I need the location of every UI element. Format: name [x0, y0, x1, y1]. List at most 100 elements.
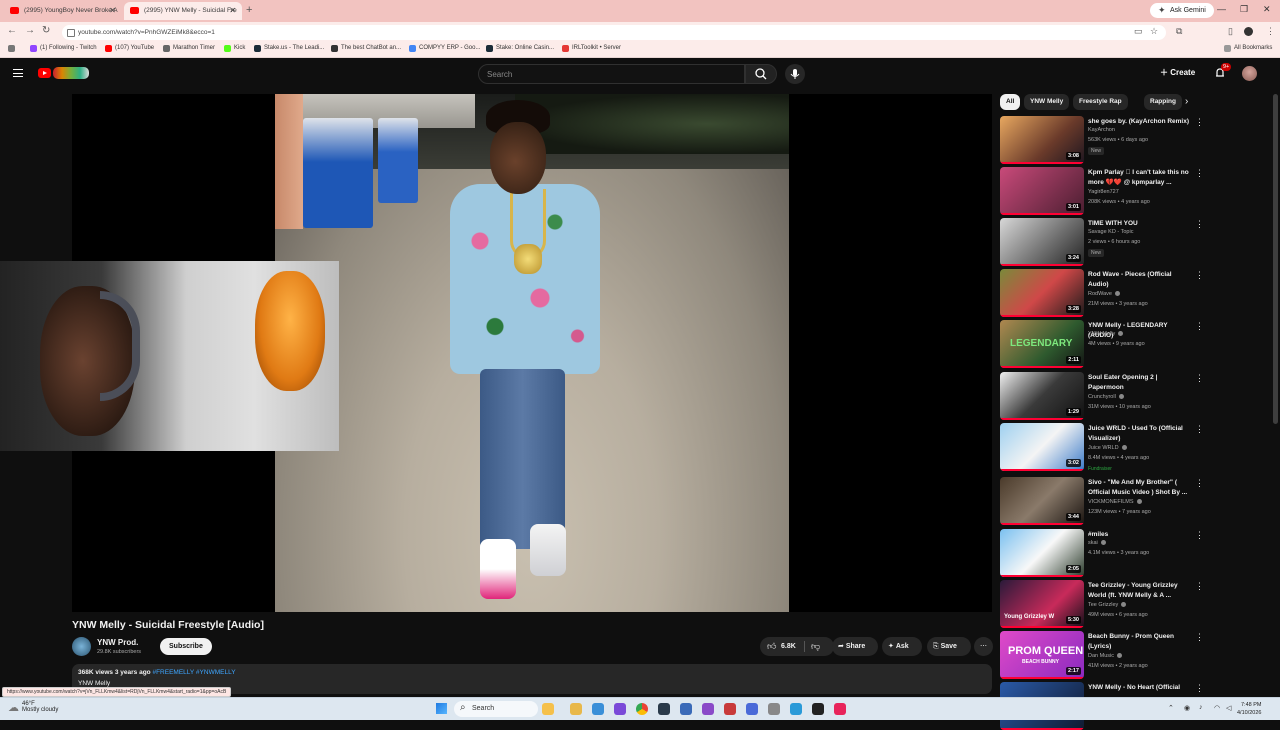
bookmark-item[interactable]: (107) YouTube: [105, 45, 154, 52]
app-icon[interactable]: [702, 703, 714, 715]
recommendation-item[interactable]: 2:11 LEGENDARY YNW Melly - LEGENDARY (AU…: [1000, 320, 1205, 368]
recommendation-item[interactable]: 3:44 Sivo - "Me And My Brother" ( Offici…: [1000, 477, 1205, 525]
tray-chevron-icon[interactable]: ⌃: [1168, 704, 1174, 712]
recommendation-item[interactable]: 3:24 TIME WITH YOU Savage KD - Topic 2 vie…: [1000, 218, 1205, 266]
recommendation-title[interactable]: Soul Eater Opening 2 | Papermoon: [1088, 373, 1190, 392]
youtube-logo-icon[interactable]: [38, 68, 51, 78]
create-button[interactable]: ＋ Create: [1160, 67, 1195, 78]
install-app-icon[interactable]: ▭: [1134, 26, 1143, 37]
video-thumbnail[interactable]: 3:24: [1000, 218, 1084, 266]
app-icon[interactable]: [768, 703, 780, 715]
recommendation-item[interactable]: 3:08 she goes by. (KayArchon Remix) KayAr…: [1000, 116, 1205, 164]
recommendation-channel[interactable]: KayArchon: [1088, 127, 1115, 133]
app-icon[interactable]: [680, 703, 692, 715]
more-options-icon[interactable]: ⋮: [1195, 478, 1204, 489]
video-thumbnail[interactable]: 3:02: [1000, 423, 1084, 471]
reload-icon[interactable]: ↻: [42, 25, 50, 36]
more-options-icon[interactable]: ⋮: [1195, 530, 1204, 541]
profile-icon[interactable]: [1244, 27, 1253, 36]
video-thumbnail[interactable]: 3:28: [1000, 269, 1084, 317]
menu-hamburger-icon[interactable]: [13, 69, 23, 77]
recommendation-channel[interactable]: Dan Music: [1088, 653, 1122, 659]
chip-ynw-melly[interactable]: YNW Melly: [1024, 94, 1070, 110]
video-thumbnail[interactable]: 2:17 PROM QUEEN BEACH BUNNY: [1000, 631, 1084, 679]
forward-arrow-icon[interactable]: →: [25, 25, 35, 36]
bookmark-item[interactable]: Stake.us - The Leadi...: [254, 45, 324, 52]
recommendation-title[interactable]: Kpm Parlay 🏻 I can't take this no more 💔…: [1088, 168, 1190, 187]
account-avatar[interactable]: [1242, 66, 1257, 81]
video-thumbnail[interactable]: 2:05: [1000, 529, 1084, 577]
more-options-icon[interactable]: ⋮: [1195, 321, 1204, 332]
file-explorer-icon[interactable]: [570, 703, 582, 715]
video-thumbnail[interactable]: 3:44: [1000, 477, 1084, 525]
back-arrow-icon[interactable]: ←: [7, 25, 17, 36]
more-options-icon[interactable]: ⋮: [1195, 683, 1204, 694]
new-tab-button[interactable]: +: [246, 4, 252, 16]
recommendation-channel[interactable]: Juice WRLD: [1088, 445, 1127, 451]
more-options-icon[interactable]: ⋮: [1195, 373, 1204, 384]
close-tab-icon[interactable]: ✕: [109, 6, 116, 15]
recommendation-item[interactable]: 1:29 Soul Eater Opening 2 | Papermoon Cru…: [1000, 372, 1205, 420]
recommendation-title[interactable]: #miles: [1088, 530, 1190, 540]
browser-tab[interactable]: (2995) YoungBoy Never Broke A ✕: [4, 2, 122, 20]
ask-button[interactable]: ✦ Ask: [882, 637, 922, 656]
more-options-icon[interactable]: ⋮: [1195, 632, 1204, 643]
more-options-icon[interactable]: ⋮: [1195, 581, 1204, 592]
volume-icon[interactable]: ◁: [1226, 704, 1231, 712]
chip-all[interactable]: All: [1000, 94, 1021, 110]
recommendation-title[interactable]: YNW Melly - No Heart (Official: [1088, 683, 1190, 693]
more-actions-button[interactable]: ⋯: [974, 637, 993, 656]
more-options-icon[interactable]: ⋮: [1195, 424, 1204, 435]
recommendation-item[interactable]: 3:01 Kpm Parlay 🏻 I can't take this no m…: [1000, 167, 1205, 215]
bookmark-item[interactable]: Stake: Online Casin...: [486, 45, 554, 52]
system-clock[interactable]: 7:48 PM 4/10/2026: [1237, 701, 1261, 717]
bookmark-item[interactable]: IRLToolkit • Server: [562, 45, 621, 52]
bookmark-item[interactable]: The best ChatBot an...: [331, 45, 401, 52]
hashtags[interactable]: #FREEMELLY #YNWMELLY: [152, 669, 235, 676]
ask-gemini-button[interactable]: Ask Gemini: [1150, 3, 1214, 18]
like-count[interactable]: 6.8K: [781, 637, 796, 656]
bookmark-item[interactable]: Kick: [224, 45, 245, 52]
edge-icon[interactable]: [592, 703, 604, 715]
tray-app-icon[interactable]: ◉: [1184, 704, 1190, 712]
share-button[interactable]: ➦ Share: [832, 637, 878, 656]
save-button[interactable]: ⎘ Save: [927, 637, 971, 656]
more-options-icon[interactable]: ⋮: [1195, 168, 1204, 179]
teams-icon[interactable]: [614, 703, 626, 715]
address-bar[interactable]: youtube.com/watch?v=PnhGWZEiMk8&ecco=1: [62, 25, 1166, 40]
video-thumbnail[interactable]: 1:29: [1000, 372, 1084, 420]
tiktok-icon[interactable]: [834, 703, 846, 715]
mic-tray-icon[interactable]: ♪: [1199, 704, 1203, 711]
bookmark-item[interactable]: Marathon Timer: [163, 45, 215, 52]
recommendation-channel[interactable]: Yagir8en727: [1088, 189, 1119, 195]
recommendation-item[interactable]: 3:28 Rod Wave - Pieces (Official Audio) R…: [1000, 269, 1205, 317]
video-thumbnail[interactable]: 3:08: [1000, 116, 1084, 164]
more-options-icon[interactable]: ⋮: [1195, 270, 1204, 281]
bookmark-item[interactable]: COMPYY ERP - Goo...: [409, 45, 480, 52]
close-window-icon[interactable]: ✕: [1263, 4, 1271, 15]
recommendation-title[interactable]: she goes by. (KayArchon Remix): [1088, 117, 1190, 127]
all-bookmarks-folder[interactable]: All Bookmarks: [1224, 45, 1272, 52]
recommendation-title[interactable]: TIME WITH YOU: [1088, 219, 1190, 229]
channel-avatar[interactable]: [72, 637, 91, 656]
recommendation-title[interactable]: Sivo - "Me And My Brother" ( Official Mu…: [1088, 478, 1190, 497]
recommendation-item[interactable]: 2:17 PROM QUEEN BEACH BUNNY Beach Bunny -…: [1000, 631, 1205, 679]
recommendation-item[interactable]: 5:30 Young Grizzley W Tee Grizzley - You…: [1000, 580, 1205, 628]
recommendation-item[interactable]: 2:05 #miles skai 4.1M views • 3 years ago ⋮: [1000, 529, 1205, 577]
task-view-icon[interactable]: [542, 703, 554, 715]
wifi-icon[interactable]: ◠: [1214, 704, 1220, 712]
video-frame[interactable]: [275, 94, 789, 612]
windows-start-icon[interactable]: [436, 703, 447, 714]
weather-widget[interactable]: 46°F Mostly cloudy: [8, 701, 58, 714]
recommendation-channel[interactable]: Savage KD - Topic: [1088, 229, 1133, 235]
thumbs-up-icon[interactable]: 👍︎: [767, 637, 776, 656]
more-options-icon[interactable]: ⋮: [1195, 117, 1204, 128]
recommendation-channel[interactable]: Tee Grizzley: [1088, 602, 1127, 608]
voice-search-button[interactable]: [785, 64, 805, 84]
chevron-right-icon[interactable]: ›: [1185, 96, 1188, 107]
video-thumbnail[interactable]: 3:01: [1000, 167, 1084, 215]
page-scrollbar[interactable]: [1273, 94, 1278, 424]
thumbs-down-icon[interactable]: 👎︎: [811, 637, 820, 656]
minimize-icon[interactable]: —: [1217, 4, 1226, 14]
app-icon[interactable]: [724, 703, 736, 715]
